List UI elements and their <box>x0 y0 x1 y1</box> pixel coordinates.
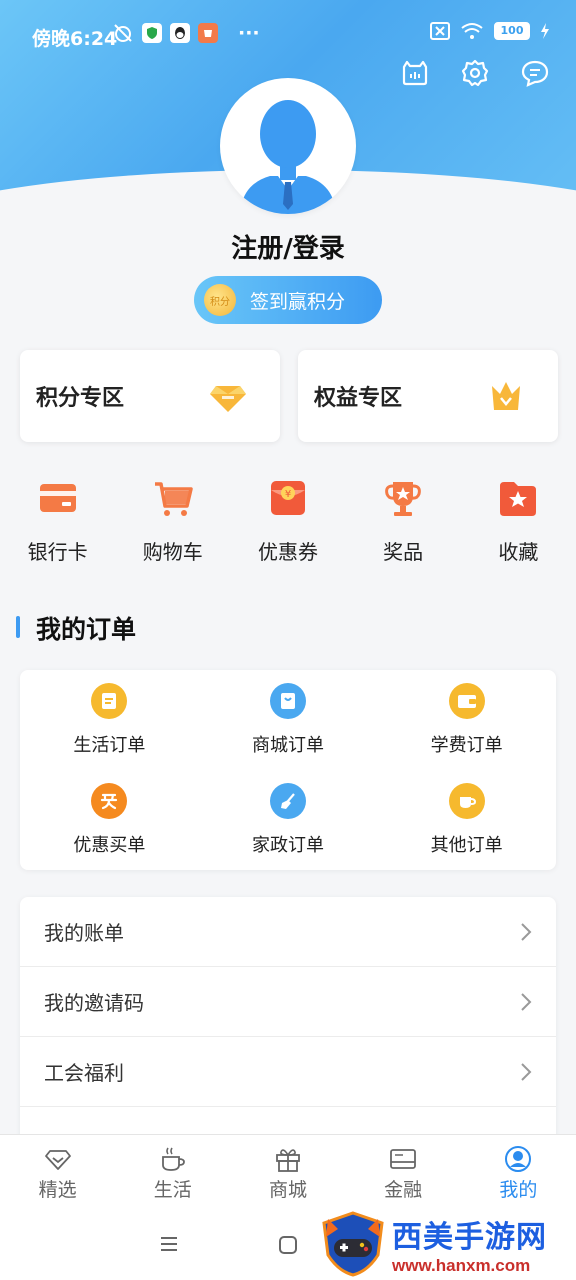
menu-row-label: 我的邀请码 <box>44 991 144 1015</box>
nav-mine[interactable]: 我的 <box>461 1135 576 1206</box>
user-circle-icon <box>505 1146 532 1172</box>
default-user-icon <box>240 100 336 214</box>
order-label: 优惠买单 <box>73 835 146 856</box>
chevron-right-icon <box>521 992 532 1011</box>
order-life[interactable]: 生活订单 <box>20 670 199 770</box>
coupon-icon: ¥ <box>270 481 305 515</box>
broom-icon <box>269 783 306 819</box>
orders-card: 生活订单 商城订单 学费订单 优惠买单 家政订单 其他订单 <box>20 670 556 870</box>
menu-row-invite-code[interactable]: 我的邀请码 <box>20 967 556 1037</box>
nav-featured[interactable]: 精选 <box>0 1135 115 1206</box>
order-discount-pay[interactable]: 优惠买单 <box>20 770 199 870</box>
avatar[interactable] <box>220 78 356 214</box>
login-register-link[interactable]: 注册/登录 <box>0 228 576 265</box>
order-label: 学费订单 <box>430 735 503 756</box>
home-icon[interactable] <box>279 1236 297 1254</box>
points-zone-card[interactable]: 积分专区 <box>20 350 280 442</box>
message-icon[interactable] <box>520 58 550 88</box>
watermark-url: www.hanxm.com <box>392 1256 531 1275</box>
wifi-icon <box>461 23 483 39</box>
quick-item-favorite[interactable]: 收藏 <box>461 476 576 565</box>
alarm-off-icon <box>114 24 132 42</box>
order-label: 生活订单 <box>73 735 146 756</box>
chevron-right-icon <box>521 922 532 941</box>
order-tuition[interactable]: 学费订单 <box>377 670 556 770</box>
shopping-app-icon <box>198 23 218 43</box>
quick-item-label: 购物车 <box>142 540 203 564</box>
trophy-icon <box>385 482 422 516</box>
order-label: 商城订单 <box>251 735 324 756</box>
watermark-title: 西美手游网 <box>392 1220 547 1255</box>
shield-app-icon <box>142 23 162 43</box>
quick-item-label: 优惠券 <box>257 540 318 564</box>
favorite-folder-icon <box>500 482 537 516</box>
nav-label: 生活 <box>153 1179 192 1201</box>
rights-zone-card[interactable]: 权益专区 <box>298 350 558 442</box>
quick-item-bank-card[interactable]: 银行卡 <box>0 476 115 565</box>
battery-indicator: 100 <box>494 22 530 40</box>
menu-row-label: 工会福利 <box>44 1061 124 1085</box>
coffee-cup-icon <box>161 1147 185 1171</box>
discount-pay-icon <box>91 783 128 819</box>
signin-label: 签到赢积分 <box>250 290 346 313</box>
cup-icon <box>448 783 485 819</box>
gift-icon <box>276 1149 300 1172</box>
shopping-cart-icon <box>154 482 193 516</box>
coin-icon: 积分 <box>204 284 236 316</box>
status-notification-icons: ··· <box>112 22 260 44</box>
menu-icon[interactable] <box>160 1236 178 1252</box>
sim-off-icon <box>430 22 450 40</box>
crown-icon <box>492 382 520 410</box>
order-housekeeping[interactable]: 家政订单 <box>199 770 378 870</box>
qq-icon <box>170 23 190 43</box>
nav-label: 金融 <box>384 1179 423 1201</box>
gamepad-shield-logo <box>322 1211 384 1277</box>
order-mall[interactable]: 商城订单 <box>199 670 378 770</box>
charging-icon <box>541 23 549 39</box>
nav-label: 商城 <box>268 1179 307 1201</box>
mall-order-icon <box>269 683 306 719</box>
watermark: 西美手游网 www.hanxm.com <box>318 1208 568 1280</box>
quick-actions-row: 银行卡 购物车 ¥ 优惠券 奖品 收藏 <box>0 476 576 565</box>
nav-life[interactable]: 生活 <box>115 1135 230 1206</box>
signin-earn-points-button[interactable]: 积分 签到赢积分 <box>194 276 382 324</box>
quick-item-prize[interactable]: 奖品 <box>346 476 461 565</box>
order-other[interactable]: 其他订单 <box>377 770 556 870</box>
points-zone-label: 积分专区 <box>36 386 125 411</box>
chevron-right-icon <box>521 1062 532 1081</box>
nav-label: 我的 <box>499 1179 538 1201</box>
status-system-icons: 100 <box>430 22 550 40</box>
nav-mall[interactable]: 商城 <box>230 1135 345 1206</box>
header-actions <box>400 58 550 88</box>
bottom-nav: 精选 生活 商城 金融 我的 <box>0 1134 576 1206</box>
quick-item-coupon[interactable]: ¥ 优惠券 <box>230 476 345 565</box>
quick-item-cart[interactable]: 购物车 <box>115 476 230 565</box>
bank-card-icon <box>39 484 76 512</box>
nav-label: 精选 <box>38 1179 77 1201</box>
menu-row-union-welfare[interactable]: 工会福利 <box>20 1037 556 1107</box>
diamond-icon <box>210 386 246 412</box>
my-orders-title: 我的订单 <box>16 610 136 646</box>
tuition-order-icon <box>448 683 485 719</box>
svg-text:¥: ¥ <box>285 489 291 500</box>
gear-icon[interactable] <box>460 58 490 88</box>
status-time: 傍晚6:24 <box>32 28 118 50</box>
life-order-icon <box>91 683 128 719</box>
order-label: 家政订单 <box>251 835 324 856</box>
rights-zone-label: 权益专区 <box>314 386 403 411</box>
card-icon <box>390 1149 417 1169</box>
quick-item-label: 奖品 <box>383 540 424 564</box>
robot-assistant-icon[interactable] <box>400 58 430 88</box>
diamond-outline-icon <box>44 1150 71 1170</box>
menu-row-label: 我的账单 <box>44 921 124 945</box>
more-notifications-icon: ··· <box>238 22 260 44</box>
nav-finance[interactable]: 金融 <box>346 1135 461 1206</box>
menu-row-my-bill[interactable]: 我的账单 <box>20 897 556 967</box>
quick-item-label: 收藏 <box>498 540 539 564</box>
quick-item-label: 银行卡 <box>27 540 88 564</box>
order-label: 其他订单 <box>430 835 503 856</box>
